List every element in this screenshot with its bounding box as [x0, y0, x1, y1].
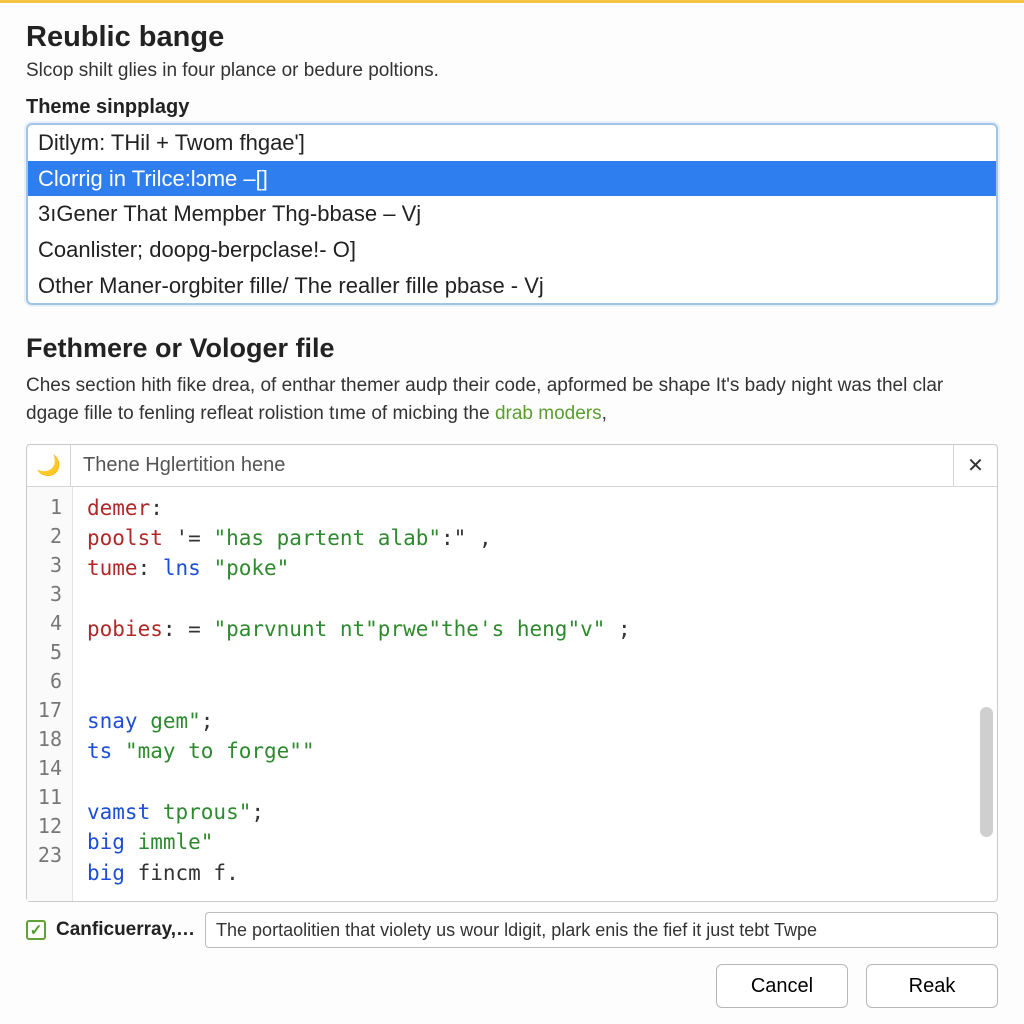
config-checkbox-label: Canficuerray,… — [56, 919, 195, 941]
cancel-button[interactable]: Cancel — [716, 964, 848, 1008]
ok-button[interactable]: Reak — [866, 964, 998, 1008]
line-gutter: 1 2 3 3 4 5 6 17 18 14 11 12 23 — [27, 487, 73, 901]
editor-body[interactable]: 1 2 3 3 4 5 6 17 18 14 11 12 23 demer:po… — [27, 487, 997, 901]
scrollbar-thumb[interactable] — [980, 707, 993, 837]
page-subtitle: Slcop shilt glies in four plance or bedu… — [26, 60, 998, 82]
section-desc-suffix: , — [602, 403, 607, 424]
config-input[interactable] — [205, 912, 998, 948]
theme-list-item[interactable]: Clorrig in Trilce:lɔme –[] — [28, 161, 996, 197]
config-checkbox[interactable]: ✓ — [26, 920, 46, 940]
dialog-buttons: Cancel Reak — [26, 964, 998, 1008]
section-title: Fethmere or Vologer file — [26, 333, 998, 364]
section-description: Ches section hith fike drea, of enthar t… — [26, 372, 998, 427]
section-desc-text: Ches section hith fike drea, of enthar t… — [26, 375, 943, 424]
theme-list-item[interactable]: Coanlister; doopg-berpclase!- O] — [28, 232, 996, 268]
code-area[interactable]: demer:poolst '= "has partent alab":" ,tu… — [73, 487, 997, 901]
theme-list-label: Theme sinpplagy — [26, 96, 998, 119]
page-title: Reublic bange — [26, 21, 998, 54]
editor-tabbar: 🌙 Thene Hglertition hene ✕ — [27, 445, 997, 487]
theme-listbox[interactable]: Ditlym: THil + Twom fhgae']Clorrig in Tr… — [26, 123, 998, 305]
moon-icon: 🌙 — [27, 445, 71, 486]
drab-moders-link[interactable]: drab moders — [495, 403, 602, 424]
footer-row: ✓ Canficuerray,… — [26, 912, 998, 948]
theme-list-item[interactable]: 3ıGener That Mempber Thg-bbase – Vj — [28, 196, 996, 232]
editor-tab-label[interactable]: Thene Hglertition hene — [71, 445, 953, 486]
theme-list-item[interactable]: Ditlym: THil + Twom fhgae'] — [28, 125, 996, 161]
theme-list-item[interactable]: Other Maner-orgbiter fille/ The realler … — [28, 268, 996, 304]
code-editor[interactable]: 🌙 Thene Hglertition hene ✕ 1 2 3 3 4 5 6… — [26, 444, 998, 902]
close-icon[interactable]: ✕ — [953, 445, 997, 486]
